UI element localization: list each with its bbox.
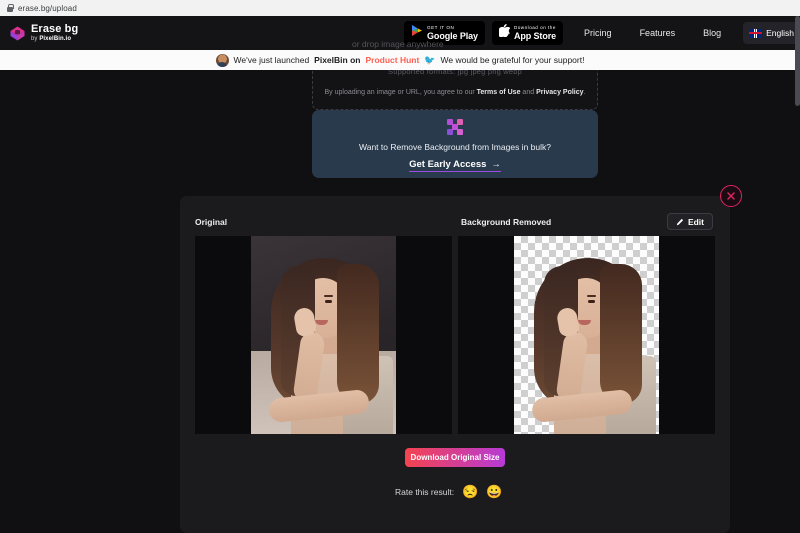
pixelbin-x-icon <box>447 119 463 135</box>
privacy-policy-link[interactable]: Privacy Policy <box>536 89 583 96</box>
site-logo[interactable]: Erase bg by PixelBin.io <box>0 22 79 43</box>
promo-text-after: We would be grateful for your support! <box>440 55 585 65</box>
edit-button[interactable]: Edit <box>666 213 713 231</box>
site-header: Erase bg by PixelBin.io or drop image an… <box>0 16 800 50</box>
logo-text-block: Erase bg by PixelBin.io <box>31 22 79 43</box>
label-original: Original <box>195 217 228 227</box>
apple-icon <box>498 24 511 42</box>
result-panel-header: Original Background Removed Edit <box>180 196 730 236</box>
pane-original <box>195 236 452 434</box>
promo-banner[interactable]: We've just launched PixelBin on Product … <box>0 50 800 70</box>
bulk-cta-label: Get Early Access <box>409 159 487 170</box>
nav-link-features[interactable]: Features <box>626 28 690 38</box>
label-background-removed: Background Removed <box>461 217 552 227</box>
product-hunt-avatar <box>215 53 229 67</box>
original-image <box>251 236 396 434</box>
url-text: erase.bg/upload <box>18 3 77 13</box>
promo-text-bold: PixelBin on <box>314 55 361 65</box>
lock-icon <box>7 4 14 12</box>
bulk-upgrade-card[interactable]: Want to Remove Background from Images in… <box>312 110 598 178</box>
bird-emoji-icon: 🐦 <box>424 54 436 65</box>
erase-bg-logo-icon <box>9 25 26 42</box>
terms-text: By uploading an image or URL, you agree … <box>324 89 586 96</box>
pencil-icon <box>676 213 684 231</box>
background-removed-image <box>514 236 659 434</box>
drop-image-hint: or drop image anywhere <box>352 39 444 49</box>
pane-background-removed <box>458 236 715 434</box>
app-store-big-text: App Store <box>513 31 557 41</box>
edit-button-label: Edit <box>687 216 704 227</box>
logo-byline: by PixelBin.io <box>31 35 72 42</box>
image-compare-panes <box>195 236 715 434</box>
language-label: English <box>766 28 794 38</box>
nav-link-pricing[interactable]: Pricing <box>570 28 626 38</box>
get-early-access-link[interactable]: Get Early Access → <box>409 159 501 172</box>
logo-title: Erase bg <box>31 22 79 35</box>
browser-url-bar[interactable]: erase.bg/upload <box>0 0 800 16</box>
nav-link-blog[interactable]: Blog <box>689 28 735 38</box>
terms-of-use-link[interactable]: Terms of Use <box>477 89 521 96</box>
uk-flag-icon <box>749 28 763 38</box>
download-original-size-button[interactable]: Download Original Size <box>405 448 505 467</box>
app-store-badge[interactable]: Download on the App Store <box>491 21 564 45</box>
close-icon[interactable] <box>720 185 742 207</box>
page-root: erase.bg/upload Erase bg by PixelBin.io … <box>0 0 800 533</box>
rating-row: Rate this result: 😒 😀 <box>395 485 502 498</box>
rating-positive[interactable]: 😀 <box>486 485 502 498</box>
download-button-label: Download Original Size <box>410 453 500 462</box>
product-hunt-link[interactable]: Product Hunt <box>365 55 419 65</box>
arrow-right-icon: → <box>491 159 501 170</box>
page-scrollbar[interactable] <box>795 16 800 106</box>
promo-text-before: We've just launched <box>233 55 310 65</box>
app-store-text: Download on the App Store <box>514 25 556 41</box>
rate-label: Rate this result: <box>395 486 455 497</box>
result-panel: Original Background Removed Edit Downloa… <box>180 185 742 533</box>
rating-negative[interactable]: 😒 <box>462 485 478 498</box>
header-nav: GET IT ON Google Play Download on the Ap… <box>404 21 800 45</box>
language-selector[interactable]: English <box>743 22 800 44</box>
bulk-card-title: Want to Remove Background from Images in… <box>359 142 551 152</box>
